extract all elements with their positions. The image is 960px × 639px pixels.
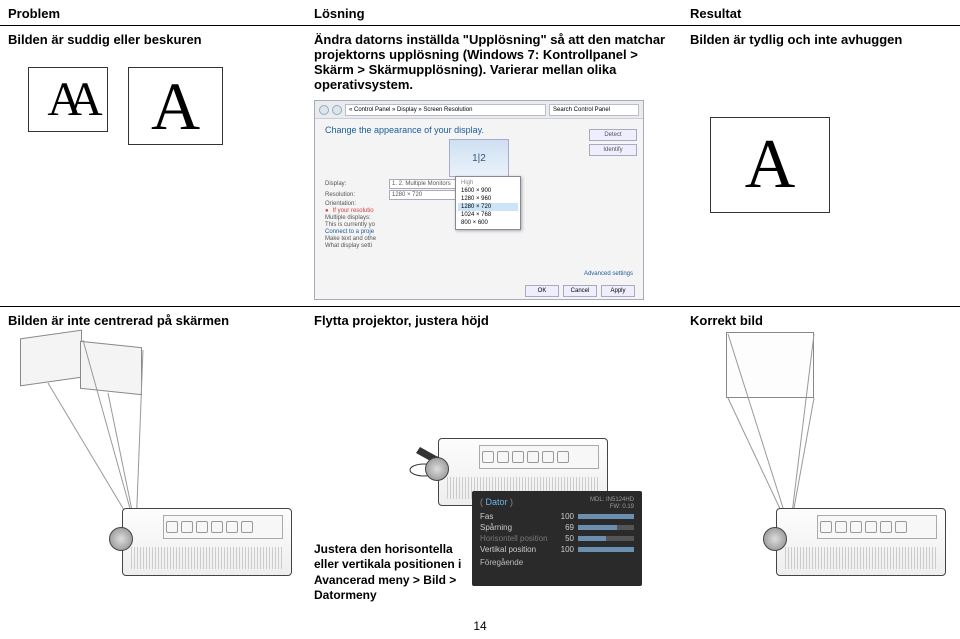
row1-result-text: Bilden är tydlig och inte avhuggen [690,32,960,47]
control-panel-icon [817,515,937,539]
identify-button: Identify [589,144,637,156]
header-result: Resultat [682,0,960,26]
forward-icon [332,105,342,115]
detect-button: Detect [589,129,637,141]
osd-menu: MDL: IN5124HD FW: 0.19 ( Dator ) Fas100S… [472,491,642,586]
row2-result-text: Korrekt bild [690,313,960,328]
back-icon [319,105,329,115]
troubleshoot-table: Problem Lösning Resultat Bilden är suddi… [0,0,960,614]
header-solution: Lösning [306,0,682,26]
apply-button: Apply [601,285,635,297]
osd-row: Horisontell position50 [480,534,634,543]
control-panel-icon [163,515,283,539]
monitor-preview-icon: 1|2 [449,139,509,177]
projector-icon [776,508,946,576]
projector-icon [122,508,292,576]
page-number: 14 [0,619,960,633]
lens-icon [425,457,449,481]
windows7-screenshot: « Control Panel » Display » Screen Resol… [314,100,644,300]
row2-problem-text: Bilden är inte centrerad på skärmen [8,313,298,328]
control-panel-icon [479,445,599,469]
osd-row: Spårning69 [480,523,634,532]
header-problem: Problem [0,0,306,26]
cropped-screen-icon: A [128,67,223,145]
lens-icon [109,527,133,551]
miscentered-scene [8,328,298,608]
search-box: Search Control Panel [549,104,639,116]
resolution-dropdown: 1280 × 720 [389,190,459,200]
osd-row: Vertikal position100 [480,545,634,554]
clear-screen-icon: A [710,117,830,213]
display-dropdown: 1. 2. Multiple Monitors [389,179,459,189]
row1-solution-text: Ändra datorns inställda "Upplösning" så … [314,32,674,92]
resolution-popup: High 1600 × 900 1280 × 960 1280 × 720 10… [455,176,521,230]
osd-row: Fas100 [480,512,634,521]
win7-title: Change the appearance of your display. [325,125,633,135]
advanced-link: Advanced settings [584,271,633,277]
cancel-button: Cancel [563,285,597,297]
ok-button: OK [525,285,559,297]
address-bar: « Control Panel » Display » Screen Resol… [345,104,546,116]
row1-problem-text: Bilden är suddig eller beskuren [8,32,298,47]
correct-scene [690,328,960,608]
blurry-screen-icon: AA [28,67,108,132]
adjust-instruction: Justera den horisontella eller vertikala… [314,542,464,604]
lens-icon [763,527,787,551]
row2-solution-text: Flytta projektor, justera höjd [314,313,674,328]
adjust-scene: Justera den horisontella eller vertikala… [314,328,674,608]
